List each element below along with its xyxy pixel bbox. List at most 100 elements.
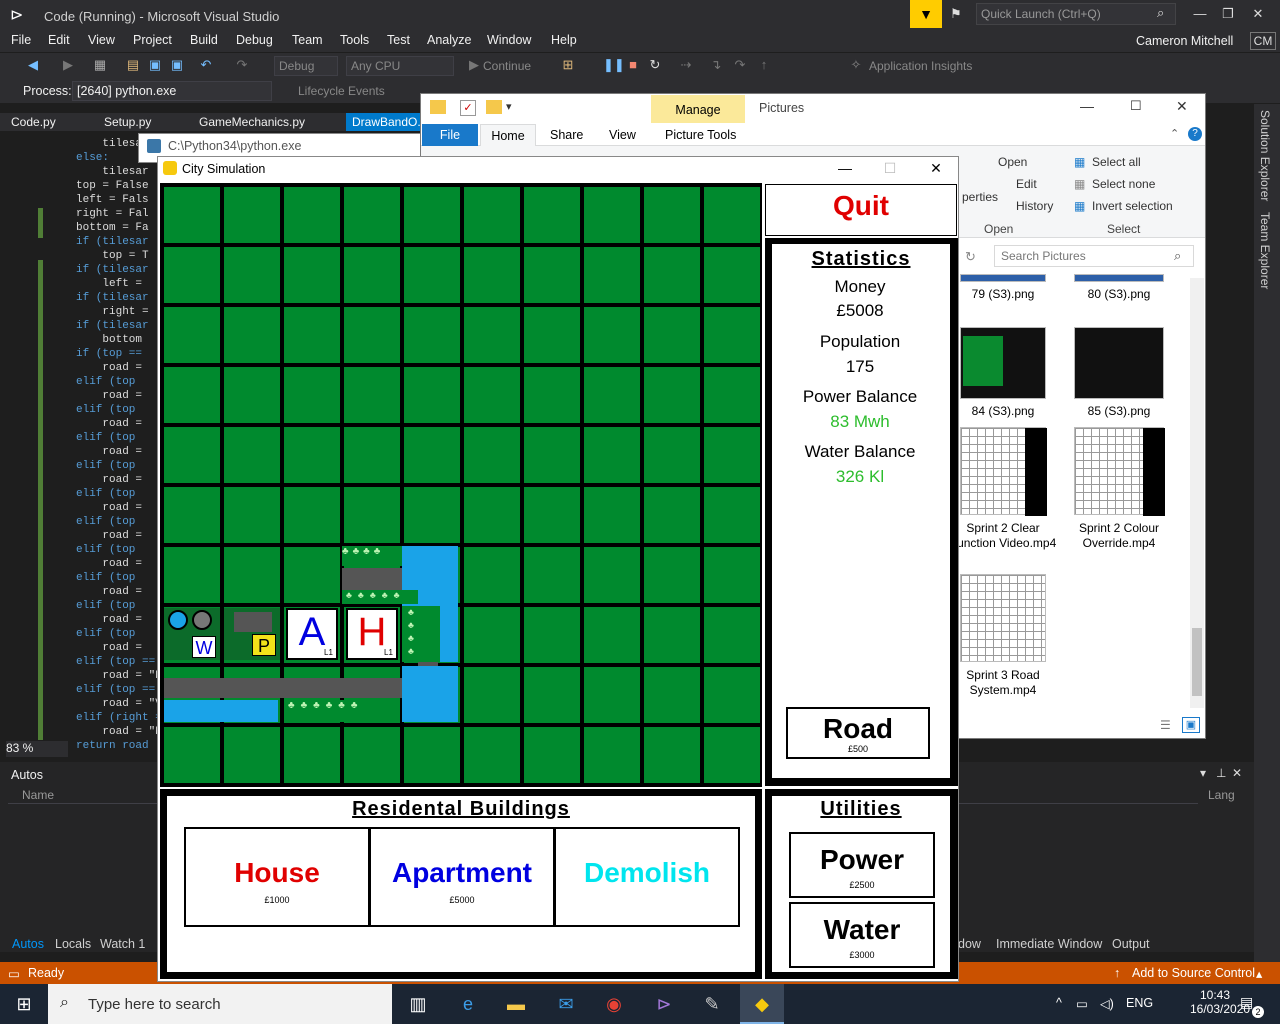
quit-button[interactable]: Quit: [765, 190, 957, 222]
paint-icon[interactable]: ✎: [698, 990, 726, 1018]
grass-tile[interactable]: [524, 247, 580, 303]
solution-explorer-tab[interactable]: Solution Explorer: [1258, 110, 1272, 201]
grass-tile[interactable]: [464, 307, 520, 363]
grass-tile[interactable]: [404, 427, 460, 483]
lifecycle-events-button[interactable]: Lifecycle Events: [298, 84, 385, 98]
grass-tile[interactable]: [644, 247, 700, 303]
grass-tile[interactable]: [224, 727, 280, 783]
ribbon-tab-picture-tools[interactable]: Picture Tools: [665, 128, 736, 142]
file-thumbnail[interactable]: [1074, 427, 1165, 516]
tab-immediate-window[interactable]: Immediate Window: [996, 937, 1102, 951]
volume-icon[interactable]: ◁): [1100, 996, 1114, 1011]
source-control-up-icon[interactable]: ▴: [1256, 966, 1262, 981]
grass-tile[interactable]: [584, 727, 640, 783]
grass-tile[interactable]: [164, 307, 220, 363]
grass-tile[interactable]: [464, 727, 520, 783]
grass-tile[interactable]: [584, 547, 640, 603]
grass-tile[interactable]: [644, 427, 700, 483]
grass-tile[interactable]: [344, 367, 400, 423]
grass-tile[interactable]: [404, 247, 460, 303]
grass-tile[interactable]: [704, 547, 760, 603]
language-indicator[interactable]: ENG: [1126, 996, 1153, 1010]
close-icon[interactable]: ✕: [1248, 6, 1268, 24]
edit-button[interactable]: Edit: [1016, 177, 1037, 191]
application-insights-button[interactable]: Application Insights: [869, 59, 972, 73]
stop-icon[interactable]: ■: [625, 57, 641, 73]
team-explorer-tab[interactable]: Team Explorer: [1258, 212, 1272, 289]
file-label[interactable]: 80 (S3).png: [1064, 287, 1174, 302]
zoom-select[interactable]: 83 %: [6, 741, 68, 757]
grass-tile[interactable]: [344, 727, 400, 783]
notifications-icon[interactable]: ⚑: [950, 6, 968, 22]
grass-tile[interactable]: [704, 727, 760, 783]
menu-test[interactable]: Test: [387, 33, 410, 47]
menu-debug[interactable]: Debug: [236, 33, 273, 47]
menu-analyze[interactable]: Analyze: [427, 33, 471, 47]
open-button[interactable]: Open: [998, 155, 1027, 169]
open-file-icon[interactable]: ▤: [125, 57, 141, 73]
back-icon[interactable]: ◀: [25, 57, 41, 73]
undo-icon[interactable]: ↶: [198, 57, 214, 73]
grass-tile[interactable]: [704, 427, 760, 483]
grass-tile[interactable]: [524, 427, 580, 483]
grass-tile[interactable]: [644, 667, 700, 723]
history-button[interactable]: History: [1016, 199, 1053, 213]
mail-icon[interactable]: ✉: [552, 990, 580, 1018]
menu-team[interactable]: Team: [292, 33, 323, 47]
file-thumbnail[interactable]: [960, 274, 1046, 282]
grass-tile[interactable]: [584, 247, 640, 303]
grass-tile[interactable]: [164, 727, 220, 783]
select-none-button[interactable]: Select none: [1092, 177, 1155, 191]
grass-tile[interactable]: [284, 727, 340, 783]
continue-icon[interactable]: ▶: [466, 57, 482, 73]
file-explorer-icon[interactable]: ▬: [502, 990, 530, 1018]
grass-tile[interactable]: [524, 607, 580, 663]
grass-tile[interactable]: [344, 247, 400, 303]
grass-tile[interactable]: [584, 607, 640, 663]
quick-launch-input[interactable]: Quick Launch (Ctrl+Q): [976, 3, 1176, 25]
new-folder-icon[interactable]: [486, 100, 502, 114]
grass-tile[interactable]: [404, 307, 460, 363]
grass-tile[interactable]: [344, 427, 400, 483]
chrome-icon[interactable]: ◉: [600, 990, 628, 1018]
close-icon[interactable]: ✕: [926, 160, 946, 178]
file-label[interactable]: 79 (S3).png: [948, 287, 1058, 302]
grass-tile[interactable]: [644, 727, 700, 783]
feedback-filter-icon[interactable]: ▼: [910, 0, 942, 28]
step-out-icon[interactable]: ↑: [756, 57, 772, 73]
select-all-button[interactable]: Select all: [1092, 155, 1141, 169]
maximize-icon[interactable]: ☐: [1130, 98, 1142, 114]
grass-tile[interactable]: [164, 547, 220, 603]
file-label[interactable]: Sprint 2 Colour Override.mp4: [1064, 521, 1174, 551]
grass-tile[interactable]: [404, 487, 460, 543]
grass-tile[interactable]: [584, 667, 640, 723]
grass-tile[interactable]: [704, 607, 760, 663]
grass-tile[interactable]: [704, 247, 760, 303]
grass-tile[interactable]: [584, 187, 640, 243]
grass-tile[interactable]: [344, 187, 400, 243]
grass-tile[interactable]: [164, 487, 220, 543]
file-thumbnail[interactable]: [1074, 274, 1164, 282]
user-name[interactable]: Cameron Mitchell: [1136, 34, 1233, 48]
search-pictures-input[interactable]: Search Pictures: [994, 245, 1194, 267]
grass-tile[interactable]: [584, 427, 640, 483]
tab-autos[interactable]: Autos: [12, 937, 44, 951]
large-icons-view-icon[interactable]: ▣: [1182, 717, 1200, 733]
grass-tile[interactable]: [164, 247, 220, 303]
grass-tile[interactable]: [224, 307, 280, 363]
menu-view[interactable]: View: [88, 33, 115, 47]
tab-output[interactable]: Output: [1112, 937, 1150, 951]
step-over-icon[interactable]: ↷: [732, 57, 748, 73]
grass-tile[interactable]: [164, 427, 220, 483]
minimize-icon[interactable]: —: [835, 160, 855, 178]
water-utility-tile[interactable]: W: [164, 608, 220, 660]
network-icon[interactable]: ▭: [1076, 996, 1088, 1011]
grass-tile[interactable]: [284, 427, 340, 483]
explorer-scrollbar-thumb[interactable]: [1192, 628, 1202, 696]
water-tile[interactable]: [164, 700, 278, 722]
minimize-icon[interactable]: —: [1190, 6, 1210, 24]
grass-tile[interactable]: [524, 367, 580, 423]
grass-tile[interactable]: [644, 367, 700, 423]
task-view-icon[interactable]: ▥: [404, 990, 432, 1018]
qat-dropdown-icon[interactable]: ▾: [506, 100, 512, 113]
